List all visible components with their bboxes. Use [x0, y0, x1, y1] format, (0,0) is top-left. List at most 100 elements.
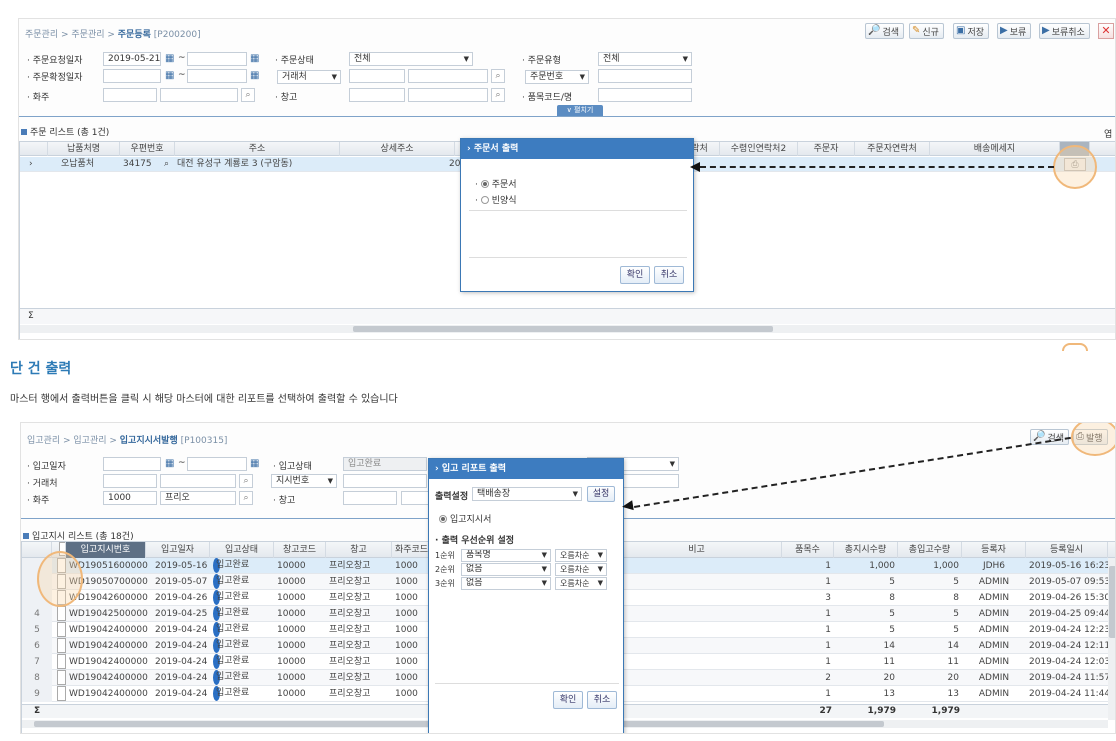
calendar-icon[interactable]: ▦: [250, 54, 262, 64]
owner-name-input[interactable]: 프리오: [160, 491, 236, 505]
in-date-to[interactable]: [187, 457, 247, 471]
col-header[interactable]: 입고상태: [210, 542, 274, 558]
scroll-thumb[interactable]: [1109, 566, 1115, 638]
order-no-type-select[interactable]: 지시번호: [271, 474, 337, 488]
warehouse-code-input[interactable]: [343, 491, 397, 505]
col-header[interactable]: 등록자: [962, 542, 1026, 558]
print-setting-select[interactable]: 택배송장: [472, 487, 582, 501]
warehouse-name-input[interactable]: [401, 491, 431, 505]
col-header[interactable]: 화주코드: [392, 542, 432, 558]
breadcrumb-item[interactable]: 주문관리: [71, 30, 104, 40]
checkbox-icon[interactable]: [57, 638, 66, 653]
radio-icon[interactable]: [480, 196, 489, 204]
col-header[interactable]: 입고일자: [146, 542, 210, 558]
expand-toggle[interactable]: ∨ 펼치기: [557, 105, 603, 116]
search-icon[interactable]: ⌕: [241, 88, 255, 102]
order-request-date-to[interactable]: [187, 52, 247, 66]
radio-checked-icon[interactable]: [439, 515, 447, 523]
col-header[interactable]: 비고: [612, 542, 782, 558]
row-expand-icon[interactable]: ›: [26, 157, 36, 172]
scroll-thumb[interactable]: [353, 326, 773, 332]
item-code-input[interactable]: [598, 88, 692, 102]
row-checkbox[interactable]: [54, 670, 66, 686]
order-status-select[interactable]: 전체: [349, 52, 473, 66]
hold-button[interactable]: ▶ 보류: [997, 23, 1032, 39]
col-header[interactable]: 주문자: [798, 142, 855, 156]
save-button[interactable]: ▣ 저장: [953, 23, 990, 39]
order-request-date-from[interactable]: 2019-05-21: [103, 52, 161, 66]
search-button[interactable]: 🔎 검색: [865, 23, 905, 39]
col-header[interactable]: 납품처명: [48, 142, 120, 156]
row-checkbox[interactable]: [54, 654, 66, 670]
search-icon[interactable]: ⌕: [491, 88, 505, 102]
vendor-type-select[interactable]: 거래처: [277, 70, 341, 84]
ok-button[interactable]: 확인: [553, 691, 583, 709]
order-no-input[interactable]: [343, 474, 427, 488]
option-blank-form[interactable]: · 빈양식: [475, 193, 517, 206]
priority-order-select[interactable]: 오름차순: [555, 577, 607, 590]
row-checkbox[interactable]: [54, 606, 66, 622]
calendar-icon[interactable]: ▦: [165, 54, 177, 64]
col-header[interactable]: 등록일시: [1026, 542, 1108, 558]
priority-order-select[interactable]: 오름차순: [555, 563, 607, 576]
row-checkbox[interactable]: [54, 686, 66, 702]
calendar-icon[interactable]: ▦: [250, 459, 262, 469]
col-header[interactable]: 창고코드: [274, 542, 326, 558]
cancel-button[interactable]: 취소: [654, 266, 684, 284]
search-icon[interactable]: ⌕: [491, 69, 505, 83]
row-checkbox[interactable]: [54, 622, 66, 638]
owner-name-input[interactable]: [160, 88, 238, 102]
col-header[interactable]: 배송메세지: [930, 142, 1060, 156]
priority-field-select[interactable]: 품목명: [461, 549, 551, 562]
vendor-name-input[interactable]: [408, 69, 488, 83]
owner-code-input[interactable]: 1000: [103, 491, 157, 505]
order-type-select[interactable]: 전체: [598, 52, 692, 66]
priority-field-select[interactable]: 없음: [461, 563, 551, 576]
order-no-input[interactable]: [598, 69, 692, 83]
order-confirm-date-to[interactable]: [187, 69, 247, 83]
col-header[interactable]: 창고: [326, 542, 392, 558]
checkbox-icon[interactable]: [57, 686, 66, 701]
col-header[interactable]: 총지시수량: [834, 542, 898, 558]
checkbox-icon[interactable]: [57, 670, 66, 685]
new-button[interactable]: ✎ 신규: [909, 23, 944, 39]
col-header[interactable]: 총입고수량: [898, 542, 962, 558]
radio-checked-icon[interactable]: [480, 180, 489, 188]
cancel-button[interactable]: 취소: [587, 691, 617, 709]
search-icon[interactable]: ⌕: [239, 491, 253, 505]
calendar-icon[interactable]: ▦: [165, 459, 177, 469]
setting-button[interactable]: 설정: [587, 486, 615, 502]
order-confirm-date-from[interactable]: [103, 69, 161, 83]
col-header[interactable]: 주소: [175, 142, 340, 156]
checkbox-icon[interactable]: [57, 606, 66, 621]
horizontal-scrollbar[interactable]: [20, 325, 1115, 333]
search-icon[interactable]: ⌕: [161, 157, 172, 172]
close-icon[interactable]: ✕: [1098, 23, 1114, 39]
hold-cancel-button[interactable]: ▶ 보류취소: [1039, 23, 1090, 39]
breadcrumb-item[interactable]: 입고관리: [73, 436, 106, 446]
breadcrumb-item[interactable]: 입고관리: [27, 436, 60, 446]
option-order-sheet[interactable]: · 주문서: [475, 177, 517, 190]
col-header[interactable]: 입고지시번호: [66, 542, 146, 558]
vendor-code-input[interactable]: [103, 474, 157, 488]
in-date-from[interactable]: [103, 457, 161, 471]
vendor-code-input[interactable]: [349, 69, 405, 83]
col-header[interactable]: 상세주소: [340, 142, 455, 156]
col-header[interactable]: 주문자연락처: [855, 142, 930, 156]
ok-button[interactable]: 확인: [620, 266, 650, 284]
col-header[interactable]: 품목수: [782, 542, 834, 558]
vendor-name-input[interactable]: [160, 474, 236, 488]
calendar-icon[interactable]: ▦: [165, 71, 177, 81]
row-checkbox[interactable]: [54, 638, 66, 654]
breadcrumb-item[interactable]: 주문관리: [25, 30, 58, 40]
checkbox-icon[interactable]: [57, 654, 66, 669]
col-header[interactable]: 수령인연락처2: [720, 142, 798, 156]
vertical-scrollbar[interactable]: [1108, 558, 1115, 720]
search-icon[interactable]: ⌕: [239, 474, 253, 488]
calendar-icon[interactable]: ▦: [250, 71, 262, 81]
order-no-type-select[interactable]: 주문번호: [525, 70, 589, 84]
warehouse-name-input[interactable]: [408, 88, 488, 102]
priority-order-select[interactable]: 오름차순: [555, 549, 607, 562]
option-inbound-order[interactable]: 입고지시서: [439, 512, 491, 525]
checkbox-icon[interactable]: [57, 622, 66, 637]
